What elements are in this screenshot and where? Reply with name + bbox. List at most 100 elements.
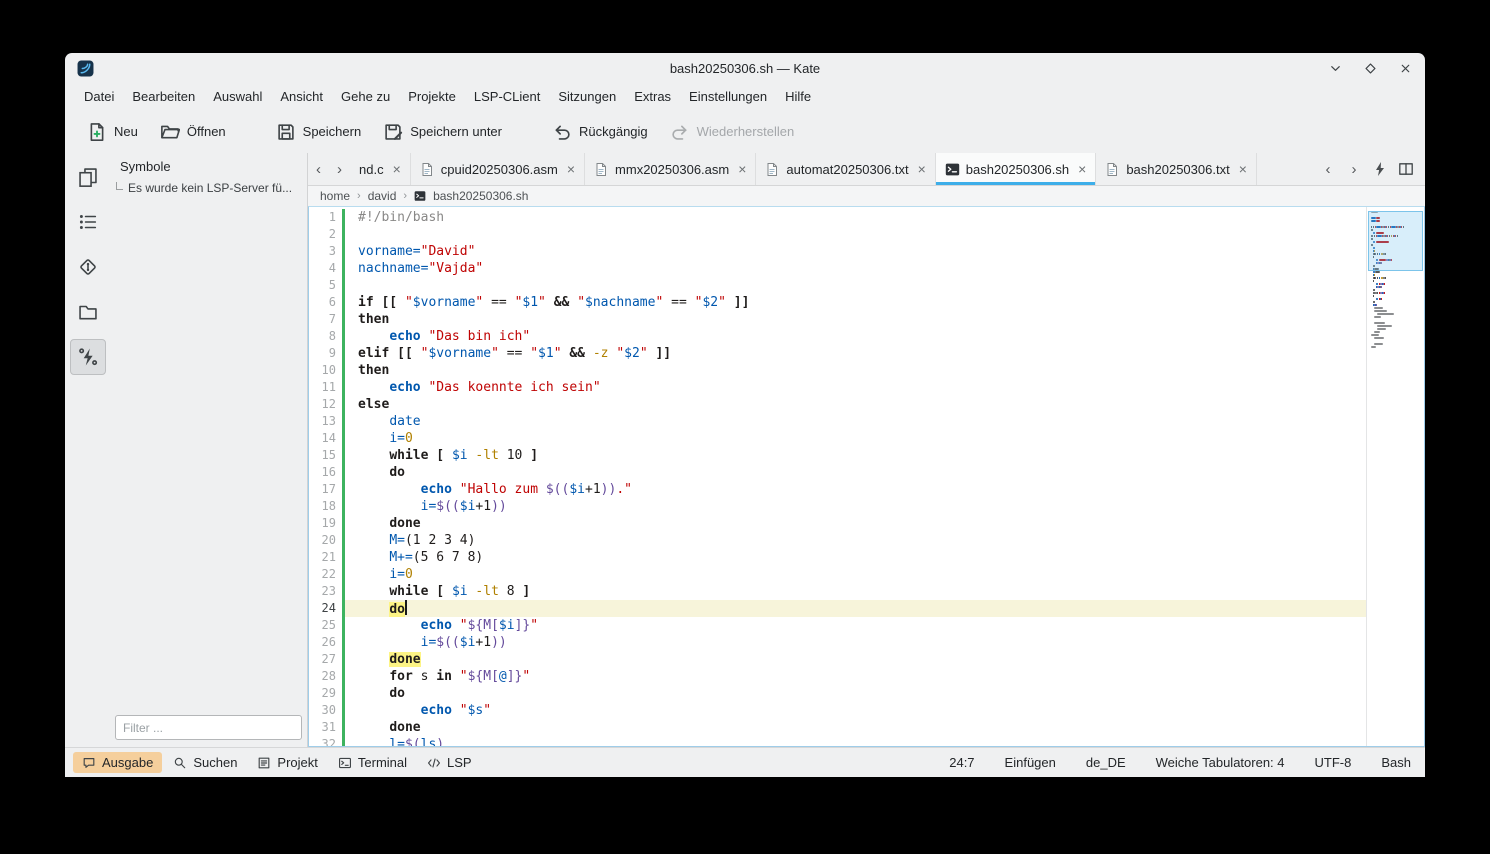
menu-bearbeiten[interactable]: Bearbeiten [123,85,204,108]
tabs-overflow-left-button[interactable]: ‹ [1317,158,1339,180]
gutter-gap [345,515,358,532]
breadcrumb-david[interactable]: david [368,189,397,203]
tab-label: mmx20250306.asm [615,162,729,177]
code-line-4[interactable]: 4nachname="Vajda" [309,260,1366,277]
statusbar-lsp-toggle[interactable]: LSP [418,752,481,773]
code-line-10[interactable]: 10then [309,362,1366,379]
speichern-unter-button[interactable]: Speichern unter [375,116,510,148]
close-window-button[interactable] [1398,61,1413,76]
menu-extras[interactable]: Extras [625,85,680,108]
code-line-22[interactable]: 22 i=0 [309,566,1366,583]
token: vorname= [358,244,421,259]
menu-auswahl[interactable]: Auswahl [204,85,271,108]
toolview-filesystem-button[interactable] [70,294,106,330]
code-line-7[interactable]: 7then [309,311,1366,328]
minimap-scrollbar[interactable] [1366,207,1424,746]
menu-einstellungen[interactable]: Einstellungen [680,85,776,108]
code-line-2[interactable]: 2 [309,226,1366,243]
breadcrumb-file[interactable]: bash20250306.sh [433,189,528,203]
code-line-26[interactable]: 26 i=$(($i+1)) [309,634,1366,651]
code-line-15[interactable]: 15 while [ $i -lt 10 ] [309,447,1366,464]
tab-mmx20250306-asm[interactable]: mmx20250306.asm × [585,153,756,185]
statusbar-highlight-mode[interactable]: Bash [1381,755,1411,770]
code-area[interactable]: 1#!/bin/bash23vorname="David"4nachname="… [309,207,1366,746]
quick-actions-button[interactable] [1369,158,1391,180]
symbols-filter-input[interactable] [115,715,302,740]
code-line-5[interactable]: 5 [309,277,1366,294]
tab-bash20250306-sh[interactable]: bash20250306.sh× [936,153,1097,185]
code-line-29[interactable]: 29 do [309,685,1366,702]
code-line-30[interactable]: 30 echo "$s" [309,702,1366,719]
code-line-17[interactable]: 17 echo "Hallo zum $(($i+1))." [309,481,1366,498]
code-line-6[interactable]: 6if [[ "$vorname" == "$1" && "$nachname"… [309,294,1366,311]
code-line-31[interactable]: 31 done [309,719,1366,736]
statusbar-tab-mode[interactable]: Weiche Tabulatoren: 4 [1156,755,1285,770]
code-line-28[interactable]: 28 for s in "${M[@]}" [309,668,1366,685]
tab-close-icon[interactable]: × [567,161,575,177]
statusbar-insert-mode[interactable]: Einfügen [1005,755,1056,770]
minimap-viewport[interactable] [1368,211,1423,271]
menu-ansicht[interactable]: Ansicht [271,85,332,108]
statusbar-cursor-position[interactable]: 24:7 [949,755,974,770]
titlebar[interactable]: bash20250306.sh — Kate [65,53,1425,83]
minimap-line [1371,280,1424,282]
code-line-13[interactable]: 13 date [309,413,1366,430]
statusbar-ausgabe-toggle[interactable]: Ausgabe [73,752,162,773]
code-line-8[interactable]: 8 echo "Das bin ich" [309,328,1366,345]
r-ckg-ngig-button[interactable]: Rückgängig [544,116,656,148]
toolview-lsp-symbols-button[interactable] [70,339,106,375]
split-view-button[interactable] [1395,158,1417,180]
menu-gehe-zu[interactable]: Gehe zu [332,85,399,108]
tab-close-icon[interactable]: × [1078,161,1086,177]
code-line-32[interactable]: 32 l=$(ls) [309,736,1366,746]
tabs-scroll-right-button[interactable]: › [329,153,350,185]
speichern-button[interactable]: Speichern [268,116,370,148]
code-line-1[interactable]: 1#!/bin/bash [309,209,1366,226]
statusbar-suchen-toggle[interactable]: Suchen [164,752,246,773]
restore-window-button[interactable] [1363,61,1378,76]
tab-close-icon[interactable]: × [918,161,926,177]
breadcrumb-home[interactable]: home [320,189,350,203]
tabs-scroll-left-button[interactable]: ‹ [308,153,329,185]
toolview-documents-button[interactable] [70,159,106,195]
code-line-12[interactable]: 12else [309,396,1366,413]
tab-cpuid20250306-asm[interactable]: cpuid20250306.asm× [411,153,585,185]
code-line-18[interactable]: 18 i=$(($i+1)) [309,498,1366,515]
toolview-symbols-list-button[interactable] [70,204,106,240]
code-line-20[interactable]: 20 M=(1 2 3 4) [309,532,1366,549]
menu-lsp-client[interactable]: LSP-CLient [465,85,549,108]
statusbar-projekt-toggle[interactable]: Projekt [248,752,326,773]
menu-hilfe[interactable]: Hilfe [776,85,820,108]
code-line-27[interactable]: 27 done [309,651,1366,668]
code-line-21[interactable]: 21 M+=(5 6 7 8) [309,549,1366,566]
code-line-3[interactable]: 3vorname="David" [309,243,1366,260]
tab-close-icon[interactable]: × [738,161,746,177]
code-line-9[interactable]: 9elif [[ "$vorname" == "$1" && -z "$2" ]… [309,345,1366,362]
code-line-19[interactable]: 19 done [309,515,1366,532]
ffnen-button[interactable]: Öffnen [152,116,234,148]
token: @ [499,669,507,684]
menu-projekte[interactable]: Projekte [399,85,465,108]
tab-close-icon[interactable]: × [393,161,401,177]
statusbar-encoding[interactable]: UTF-8 [1315,755,1352,770]
minimap-line [1371,304,1424,306]
code-line-16[interactable]: 16 do [309,464,1366,481]
code-line-24[interactable]: 24 do [309,600,1366,617]
shade-window-button[interactable] [1328,61,1343,76]
token: +1 [475,635,491,650]
tab-close-icon[interactable]: × [1239,161,1247,177]
tab-nd-c[interactable]: nd.c× [350,153,411,185]
menu-datei[interactable]: Datei [75,85,123,108]
neu-button[interactable]: Neu [79,116,146,148]
code-line-11[interactable]: 11 echo "Das koennte ich sein" [309,379,1366,396]
code-line-23[interactable]: 23 while [ $i -lt 8 ] [309,583,1366,600]
statusbar-terminal-toggle[interactable]: Terminal [329,752,416,773]
tab-bash20250306-txt[interactable]: bash20250306.txt× [1096,153,1257,185]
toolview-git-button[interactable] [70,249,106,285]
tab-automat20250306-txt[interactable]: automat20250306.txt× [756,153,935,185]
menu-sitzungen[interactable]: Sitzungen [549,85,625,108]
statusbar-dictionary[interactable]: de_DE [1086,755,1126,770]
code-line-14[interactable]: 14 i=0 [309,430,1366,447]
code-line-25[interactable]: 25 echo "${M[$i]}" [309,617,1366,634]
tabs-overflow-right-button[interactable]: › [1343,158,1365,180]
